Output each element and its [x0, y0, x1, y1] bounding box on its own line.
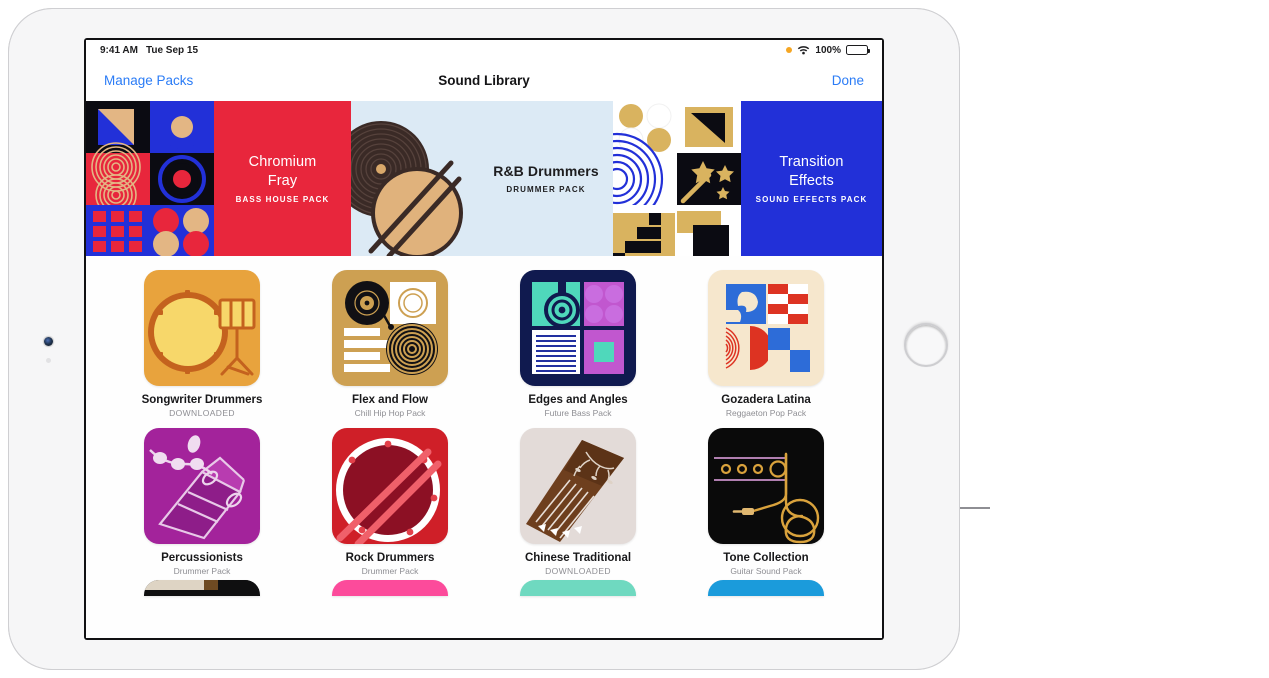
pack-card[interactable]: Percussionists Drummer Pack	[108, 428, 296, 576]
banner-artwork-rnb-drummers	[351, 101, 479, 256]
status-time: 9:41 AM	[100, 44, 138, 56]
banner-chromium-fray[interactable]: Chromium Fray BASS HOUSE PACK	[86, 101, 351, 256]
pack-card[interactable]: Songwriter Drummers DOWNLOADED	[108, 270, 296, 418]
pack-name: Flex and Flow	[351, 394, 429, 406]
pack-artwork-songwriter-drummers[interactable]	[144, 270, 260, 386]
pack-card[interactable]	[296, 580, 484, 596]
screenshot-root: 9:41 AM Tue Sep 15 100% Sound Library Ma…	[0, 0, 1269, 678]
pack-name: Percussionists	[161, 552, 243, 564]
banner-rnb-drummers[interactable]: R&B Drummers DRUMMER PACK	[351, 101, 613, 256]
page-title: Sound Library	[438, 73, 530, 88]
pack-artwork-tone-collection[interactable]	[708, 428, 824, 544]
pack-name: Rock Drummers	[345, 552, 435, 564]
ipad-device: 9:41 AM Tue Sep 15 100% Sound Library Ma…	[8, 8, 960, 670]
banner-title: R&B Drummers	[493, 163, 599, 180]
pack-subtitle: Drummer Pack	[173, 566, 231, 576]
banner-transition-effects[interactable]: Transition Effects SOUND EFFECTS PACK	[613, 101, 882, 256]
banner-subtitle: SOUND EFFECTS PACK	[755, 194, 868, 204]
front-camera-icon	[44, 337, 53, 346]
pack-card[interactable]: Gozadera Latina Reggaeton Pop Pack	[672, 270, 860, 418]
pack-card[interactable]: Edges and Angles Future Bass Pack	[484, 270, 672, 418]
pack-name: Tone Collection	[723, 552, 809, 564]
pack-artwork-partial-1[interactable]	[144, 580, 260, 596]
sound-library-content[interactable]: Chromium Fray BASS HOUSE PACK R&B Drumme…	[86, 101, 882, 638]
banner-title: Chromium Fray	[248, 154, 317, 189]
pack-artwork-chinese-traditional[interactable]	[520, 428, 636, 544]
wifi-icon	[797, 45, 810, 55]
ambient-sensor-icon	[46, 358, 51, 363]
pack-artwork-edges-and-angles[interactable]	[520, 270, 636, 386]
banner-artwork-transition-effects	[613, 101, 741, 256]
pack-subtitle: Guitar Sound Pack	[730, 566, 802, 576]
pack-subtitle: Reggaeton Pop Pack	[725, 408, 807, 418]
pack-card[interactable]	[672, 580, 860, 596]
pack-artwork-percussionists[interactable]	[144, 428, 260, 544]
pack-subtitle: Chill Hip Hop Pack	[354, 408, 426, 418]
pack-grid: Songwriter Drummers DOWNLOADED Flex and …	[86, 256, 882, 576]
battery-percent-label: 100%	[815, 44, 841, 56]
pack-artwork-gozadera-latina[interactable]	[708, 270, 824, 386]
pack-card[interactable]	[108, 580, 296, 596]
pack-artwork-partial-2[interactable]	[332, 580, 448, 596]
battery-icon	[846, 45, 870, 55]
pack-card[interactable]: Rock Drummers Drummer Pack	[296, 428, 484, 576]
pack-card[interactable]	[484, 580, 672, 596]
pack-artwork-flex-and-flow[interactable]	[332, 270, 448, 386]
done-button[interactable]: Done	[832, 73, 864, 88]
banner-title: Transition Effects	[779, 154, 844, 189]
manage-packs-button[interactable]: Manage Packs	[104, 73, 193, 88]
banner-artwork-chromium-fray	[86, 101, 214, 256]
status-bar: 9:41 AM Tue Sep 15 100%	[86, 40, 882, 60]
status-date: Tue Sep 15	[145, 44, 199, 56]
pack-card[interactable]: Chinese Traditional DOWNLOADED	[484, 428, 672, 576]
pack-name: Edges and Angles	[528, 394, 628, 406]
banner-subtitle: BASS HOUSE PACK	[235, 194, 330, 204]
ipad-screen: 9:41 AM Tue Sep 15 100% Sound Library Ma…	[86, 40, 882, 638]
pack-name: Chinese Traditional	[524, 552, 632, 564]
navigation-bar: Sound Library Manage Packs Done	[86, 60, 882, 101]
pack-subtitle: Future Bass Pack	[544, 408, 612, 418]
pack-artwork-partial-4[interactable]	[708, 580, 824, 596]
pack-artwork-rock-drummers[interactable]	[332, 428, 448, 544]
recording-indicator-icon	[786, 47, 793, 53]
home-button[interactable]	[904, 323, 948, 367]
pack-subtitle: DOWNLOADED	[545, 566, 611, 576]
pack-name: Gozadera Latina	[721, 394, 811, 406]
pack-card[interactable]: Flex and Flow Chill Hip Hop Pack	[296, 270, 484, 418]
pack-name: Songwriter Drummers	[141, 394, 263, 406]
pack-card[interactable]: Tone Collection Guitar Sound Pack	[672, 428, 860, 576]
featured-banner-carousel[interactable]: Chromium Fray BASS HOUSE PACK R&B Drumme…	[86, 101, 882, 256]
pack-grid-row-partial	[86, 576, 882, 596]
pack-subtitle: Drummer Pack	[361, 566, 419, 576]
pack-artwork-partial-3[interactable]	[520, 580, 636, 596]
pack-subtitle: DOWNLOADED	[169, 408, 235, 418]
banner-subtitle: DRUMMER PACK	[506, 184, 586, 194]
